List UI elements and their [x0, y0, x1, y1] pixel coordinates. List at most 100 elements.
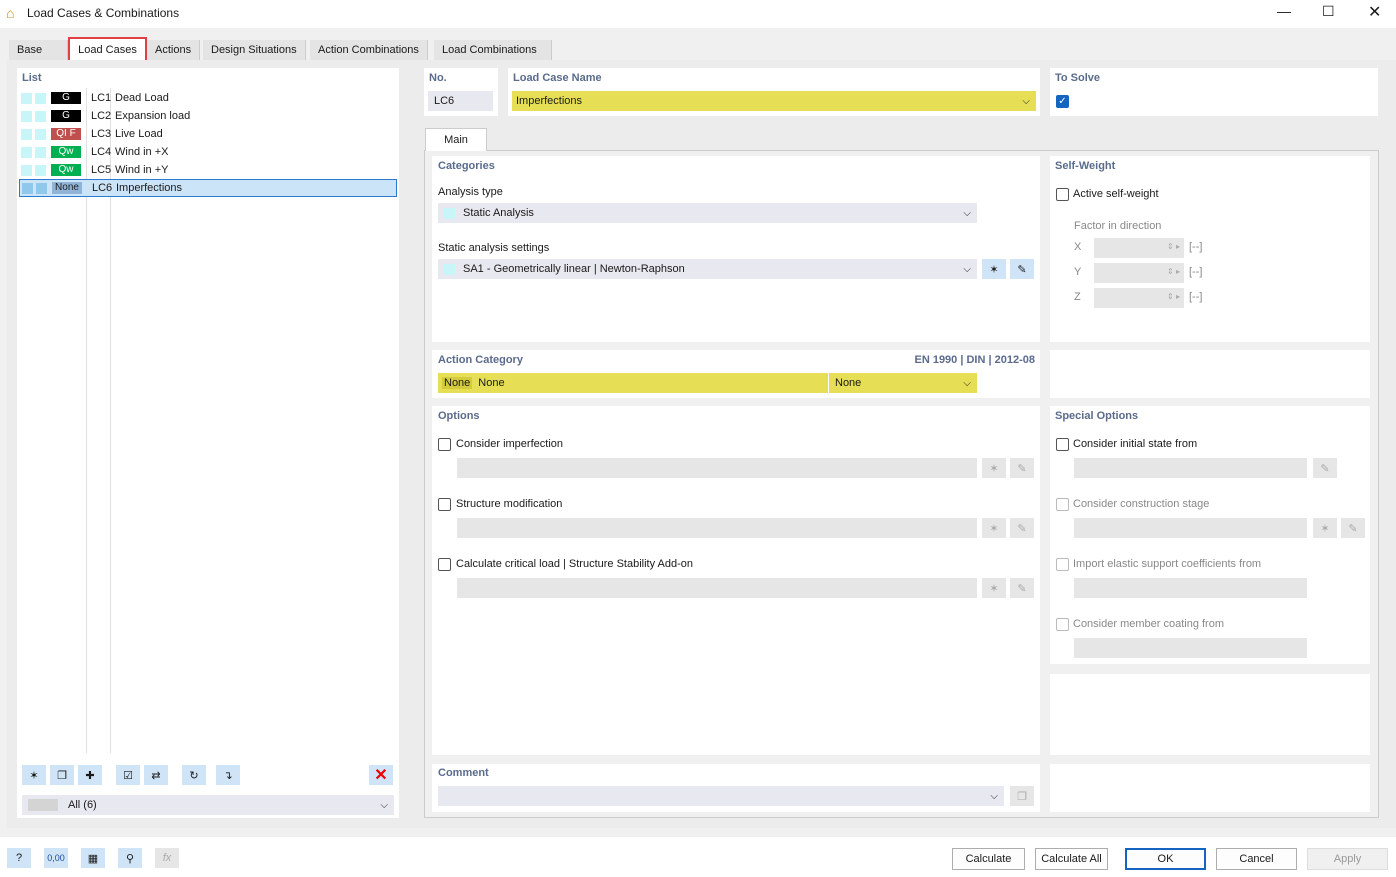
- empty-panel: [1050, 674, 1370, 755]
- tab-design-situations[interactable]: Design Situations: [203, 40, 306, 60]
- ok-button[interactable]: OK: [1125, 848, 1206, 870]
- load-case-name: Dead Load: [115, 92, 169, 104]
- delete-icon[interactable]: ✕: [369, 765, 393, 785]
- edit-icon[interactable]: ✎: [1341, 518, 1365, 538]
- list-header: List: [22, 72, 42, 84]
- color-swatch: [35, 164, 46, 176]
- no-label: No.: [429, 72, 447, 84]
- toggle-check-icon[interactable]: ⇄: [144, 765, 168, 785]
- color-swatch: [21, 146, 32, 158]
- help-icon[interactable]: ?: [7, 848, 31, 868]
- list-filter-select[interactable]: All (6) ⌵: [22, 795, 394, 815]
- axis-label: X: [1074, 241, 1082, 253]
- tab-label: Load Combinations: [442, 44, 537, 56]
- special-option-checkbox[interactable]: [1056, 498, 1069, 511]
- close-button[interactable]: ✕: [1368, 2, 1381, 22]
- tab-main[interactable]: Main: [425, 128, 487, 151]
- tab-base[interactable]: Base: [9, 40, 68, 60]
- comment-field[interactable]: ⌵: [438, 786, 1004, 806]
- active-self-weight-checkbox[interactable]: [1056, 188, 1069, 201]
- list-item[interactable]: Qw LC4 Wind in +X: [19, 143, 397, 161]
- new-settings-icon[interactable]: ✶: [982, 259, 1006, 279]
- color-swatch: [22, 182, 33, 194]
- new-icon[interactable]: ✶: [982, 458, 1006, 478]
- check-all-icon[interactable]: ☑: [116, 765, 140, 785]
- tab-label: Design Situations: [211, 44, 297, 56]
- tab-load-combinations[interactable]: Load Combinations: [434, 40, 552, 60]
- color-swatch: [21, 164, 32, 176]
- special-option-select[interactable]: [1074, 578, 1307, 598]
- option-checkbox[interactable]: [438, 558, 451, 571]
- option-label: Calculate critical load | Structure Stab…: [456, 558, 694, 570]
- list-item[interactable]: QI F LC3 Live Load: [19, 125, 397, 143]
- load-case-no: LC5: [91, 164, 112, 176]
- chevron-down-icon: ⌵: [963, 263, 971, 275]
- special-option-select[interactable]: [1074, 518, 1307, 538]
- option-checkbox[interactable]: [438, 498, 451, 511]
- special-option-select[interactable]: [1074, 638, 1307, 658]
- empty-panel: [1050, 764, 1370, 812]
- option-select[interactable]: [457, 458, 977, 478]
- list-item[interactable]: None LC6 Imperfections: [19, 179, 397, 197]
- cancel-button[interactable]: Cancel: [1216, 848, 1297, 870]
- new-icon[interactable]: ✶: [1313, 518, 1337, 538]
- copy-load-case-icon[interactable]: ❐: [50, 765, 74, 785]
- static-settings-select[interactable]: SA1 - Geometrically linear | Newton-Raph…: [438, 259, 977, 279]
- comment-title: Comment: [438, 767, 489, 779]
- to-solve-box: To Solve ✓: [1050, 68, 1378, 116]
- sort-icon[interactable]: ↴: [216, 765, 240, 785]
- factor-x-spinbox[interactable]: ⇕ ▸: [1094, 238, 1184, 258]
- calculate-button[interactable]: Calculate: [952, 848, 1025, 870]
- list-item[interactable]: G LC1 Dead Load: [19, 89, 397, 107]
- standard-label: EN 1990 | DIN | 2012-08: [914, 354, 1035, 366]
- special-option-checkbox[interactable]: [1056, 558, 1069, 571]
- maximize-button[interactable]: ☐: [1322, 3, 1335, 20]
- edit-settings-icon[interactable]: ✎: [1010, 259, 1034, 279]
- factor-z-spinbox[interactable]: ⇕ ▸: [1094, 288, 1184, 308]
- new-icon[interactable]: ✶: [982, 518, 1006, 538]
- factor-y-spinbox[interactable]: ⇕ ▸: [1094, 263, 1184, 283]
- option-select[interactable]: [457, 518, 977, 538]
- option-checkbox[interactable]: [438, 438, 451, 451]
- tab-actions[interactable]: Actions: [147, 40, 201, 60]
- edit-icon[interactable]: ✎: [1010, 578, 1034, 598]
- units-icon[interactable]: 0,00: [44, 848, 68, 868]
- special-option-checkbox[interactable]: [1056, 618, 1069, 631]
- load-case-name: Wind in +X: [115, 146, 169, 158]
- analysis-type-select[interactable]: Static Analysis ⌵: [438, 203, 977, 223]
- display-settings-icon[interactable]: ▦: [81, 848, 105, 868]
- special-options-section: Special Options Consider initial state f…: [1050, 406, 1370, 664]
- edit-icon[interactable]: ✎: [1010, 518, 1034, 538]
- list-item[interactable]: G LC2 Expansion load: [19, 107, 397, 125]
- option-select[interactable]: [457, 578, 977, 598]
- tab-label: Actions: [155, 44, 192, 56]
- load-case-name-select[interactable]: Imperfections ⌵: [512, 91, 1036, 111]
- special-option-select[interactable]: [1074, 458, 1307, 478]
- edit-icon[interactable]: ✎: [1010, 458, 1034, 478]
- static-settings-value: SA1 - Geometrically linear | Newton-Raph…: [463, 263, 685, 275]
- tab-label: Action Combinations: [318, 44, 419, 56]
- new-load-case-icon[interactable]: ✶: [22, 765, 46, 785]
- no-field[interactable]: LC6: [428, 91, 493, 111]
- new-icon[interactable]: ✶: [982, 578, 1006, 598]
- calculate-all-button[interactable]: Calculate All: [1035, 848, 1108, 870]
- action-category-select[interactable]: None None None ⌵: [438, 373, 977, 393]
- copy-comment-icon[interactable]: ❐: [1010, 786, 1034, 806]
- button-label: Cancel: [1239, 853, 1274, 865]
- model-tree-icon[interactable]: ⚲: [118, 848, 142, 868]
- tab-action-combinations[interactable]: Action Combinations: [310, 40, 428, 60]
- apply-button[interactable]: Apply: [1307, 848, 1388, 870]
- edit-icon[interactable]: ✎: [1313, 458, 1337, 478]
- chevron-down-icon: ⌵: [990, 790, 998, 802]
- unit-label: [--]: [1189, 241, 1203, 253]
- option-label: Consider imperfection: [456, 438, 563, 450]
- formula-icon[interactable]: fx: [155, 848, 179, 868]
- to-solve-checkbox[interactable]: ✓: [1056, 95, 1069, 108]
- renumber-icon[interactable]: ↻: [182, 765, 206, 785]
- list-item[interactable]: Qw LC5 Wind in +Y: [19, 161, 397, 179]
- minimize-button[interactable]: —: [1277, 3, 1291, 19]
- action-category-value: None: [828, 373, 861, 393]
- special-option-checkbox[interactable]: [1056, 438, 1069, 451]
- import-icon[interactable]: ✚: [78, 765, 102, 785]
- analysis-type-label: Analysis type: [438, 186, 503, 198]
